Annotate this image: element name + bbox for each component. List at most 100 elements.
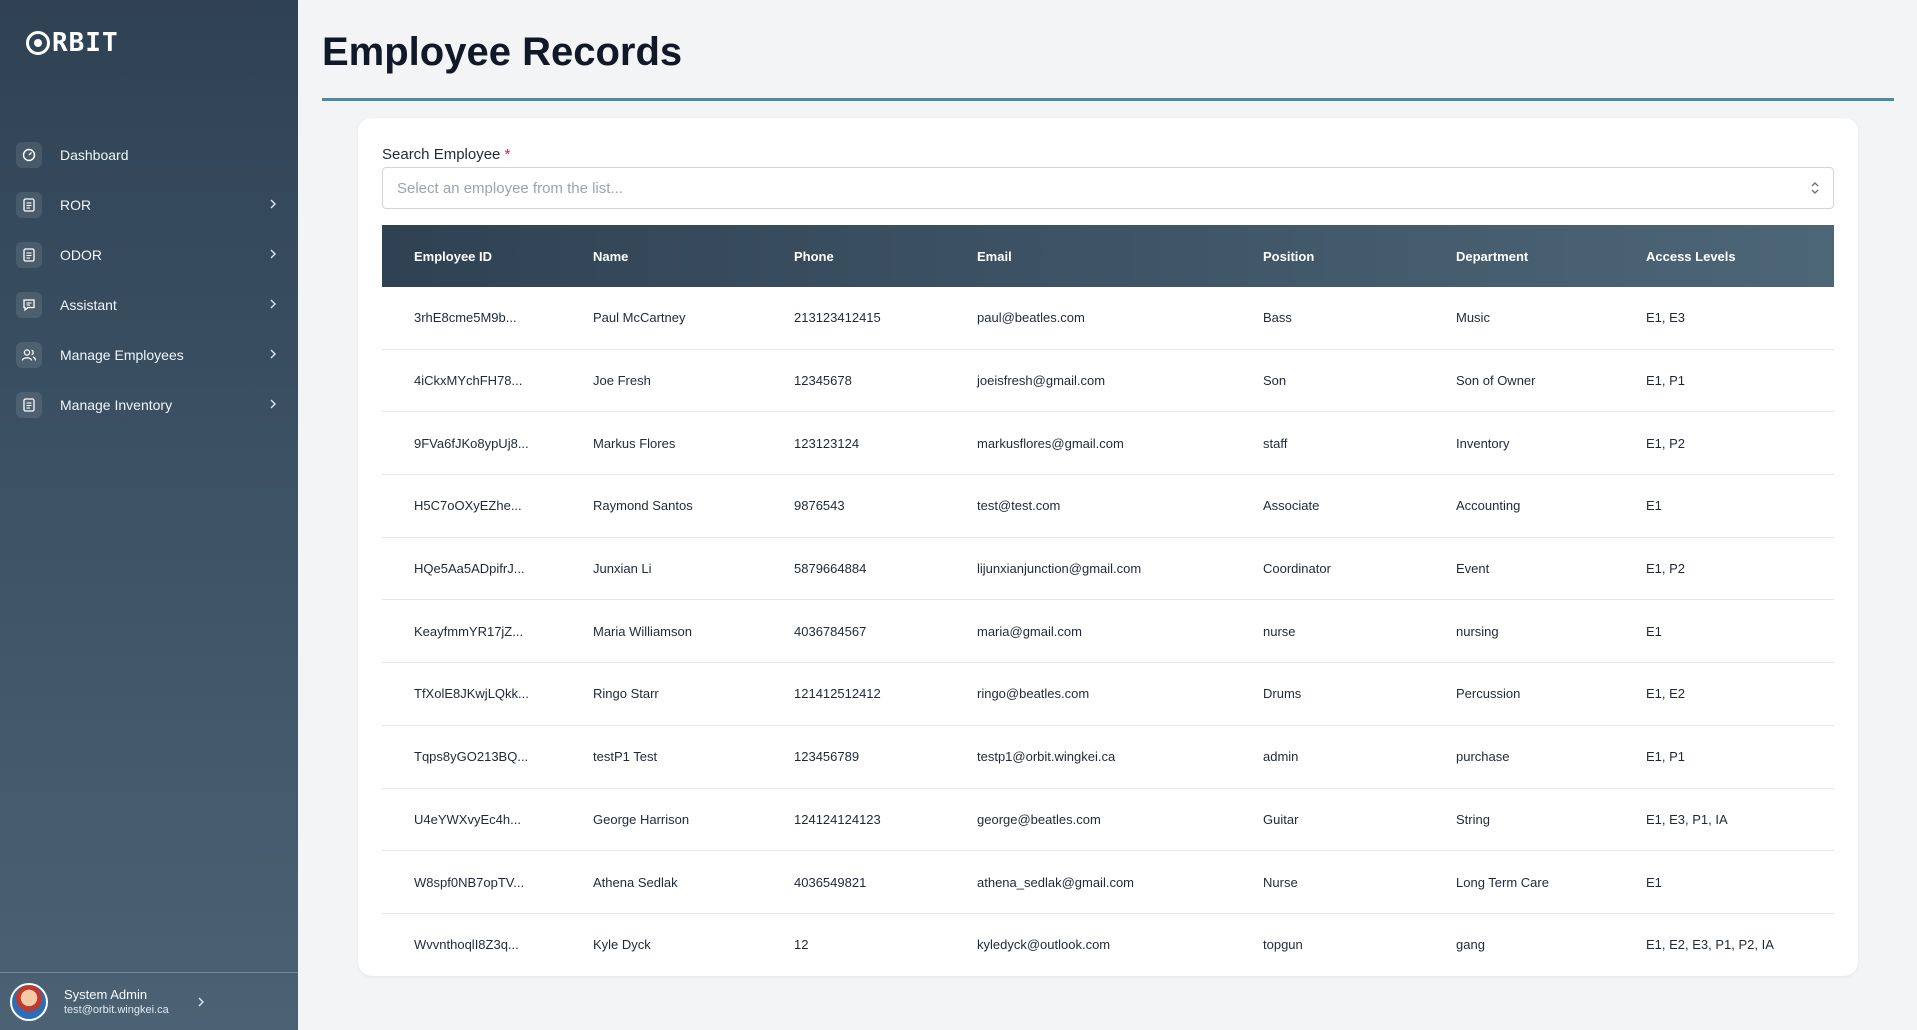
cell-position: Bass (1263, 310, 1292, 326)
cell-phone: 9876543 (794, 498, 845, 514)
cell-position: Nurse (1263, 874, 1298, 890)
column-header[interactable]: Department (1456, 249, 1646, 264)
cell-department: Music (1456, 310, 1490, 326)
orbit-logo[interactable]: RBIT (26, 28, 119, 58)
cell-phone: 123123124 (794, 435, 860, 451)
cell-name: Ringo Starr (593, 686, 659, 702)
column-header[interactable]: Name (593, 249, 794, 264)
column-header[interactable]: Phone (794, 249, 977, 264)
cell-employee-id: TfXolE8JKwjLQkk... (414, 686, 529, 702)
cell-name: testP1 Test (593, 749, 658, 765)
sidebar-nav: Dashboard ROR ODOR Assistant Manage Empl… (0, 130, 298, 430)
sidebar-item-manage-employees[interactable]: Manage Employees (0, 330, 298, 380)
cell-department: String (1456, 811, 1490, 827)
document-icon (16, 392, 42, 418)
cell-position: admin (1263, 749, 1299, 765)
cell-position: Guitar (1263, 811, 1299, 827)
dashboard-icon (16, 142, 42, 168)
cell-employee-id: W8spf0NB7opTV... (414, 874, 525, 890)
table-row[interactable]: U4eYWXvyEc4h... George Harrison 1241241241… (382, 789, 1834, 852)
cell-name: Maria Williamson (593, 623, 692, 639)
cell-department: gang (1456, 937, 1485, 953)
cell-department: Percussion (1456, 686, 1521, 702)
sidebar-item-label: Manage Employees (60, 347, 184, 363)
cell-access-levels: E1 (1646, 623, 1662, 639)
cell-department: Accounting (1456, 498, 1521, 514)
cell-email: testp1@orbit.wingkei.ca (977, 749, 1116, 765)
sidebar-item-assistant[interactable]: Assistant (0, 280, 298, 330)
cell-access-levels: E1, E3 (1646, 310, 1686, 326)
cell-position: Son (1263, 373, 1287, 389)
table-row[interactable]: HQe5Aa5ADpifrJ... Junxian Li 5879664884 lij… (382, 538, 1834, 601)
title-divider (322, 98, 1894, 101)
employee-table: Employee ID Name Phone Email Position De… (382, 225, 1834, 976)
sidebar-item-ror[interactable]: ROR (0, 180, 298, 230)
cell-phone: 213123412415 (794, 310, 881, 326)
cell-department: purchase (1456, 749, 1510, 765)
cell-employee-id: HQe5Aa5ADpifrJ... (414, 561, 525, 577)
document-icon (16, 242, 42, 268)
cell-name: Raymond Santos (593, 498, 693, 514)
main-content: Employee Records Search Employee * Selec… (298, 0, 1917, 1030)
column-header[interactable]: Email (977, 249, 1263, 264)
cell-phone: 4036549821 (794, 874, 867, 890)
sidebar-item-manage-inventory[interactable]: Manage Inventory (0, 380, 298, 430)
cell-name: Athena Sedlak (593, 874, 678, 890)
cell-name: Joe Fresh (593, 373, 651, 389)
cell-access-levels: E1, E2, E3, P1, P2, IA (1646, 937, 1774, 953)
chevron-right-icon (268, 397, 278, 415)
table-header: Employee ID Name Phone Email Position De… (382, 225, 1834, 287)
sidebar-item-label: Manage Inventory (60, 397, 173, 413)
cell-department: nursing (1456, 623, 1499, 639)
cell-email: joeisfresh@gmail.com (977, 373, 1106, 389)
logo-text: RBIT (52, 28, 119, 58)
user-profile-menu[interactable]: System Admin test@orbit.wingkei.ca (0, 972, 298, 1030)
cell-employee-id: WvvnthoqlI8Z3q... (414, 937, 519, 953)
employee-select[interactable]: Select an employee from the list... (382, 167, 1834, 209)
table-row[interactable]: 4iCkxMYchFH78... Joe Fresh 12345678 joeisfr… (382, 350, 1834, 413)
cell-name: Paul McCartney (593, 310, 686, 326)
column-header[interactable]: Employee ID (382, 249, 593, 264)
table-row[interactable]: 3rhE8cme5M9b... Paul McCartney 21312341241… (382, 287, 1834, 350)
cell-access-levels: E1, E3, P1, IA (1646, 811, 1728, 827)
cell-employee-id: U4eYWXvyEc4h... (414, 811, 521, 827)
search-employee-label: Search Employee * (382, 146, 510, 163)
cell-employee-id: KeayfmmYR17jZ... (414, 623, 524, 639)
cell-email: kyledyck@outlook.com (977, 937, 1111, 953)
cell-employee-id: Tqps8yGO213BQ... (414, 749, 529, 765)
table-row[interactable]: 9FVa6fJKo8ypUj8... Markus Flores 123123124… (382, 412, 1834, 476)
cell-email: lijunxianjunction@gmail.com (977, 561, 1142, 577)
table-row[interactable]: H5C7oOXyEZhe... Raymond Santos 9876543 test… (382, 475, 1834, 538)
sidebar: RBIT Dashboard ROR ODOR Assistant Manage… (0, 0, 298, 1030)
cell-phone: 4036784567 (794, 623, 867, 639)
table-row[interactable]: Tqps8yGO213BQ... testP1 Test 123456789 test… (382, 726, 1834, 789)
sidebar-item-label: Assistant (60, 297, 117, 313)
column-header[interactable]: Access Levels (1646, 249, 1858, 264)
table-body: 3rhE8cme5M9b... Paul McCartney 21312341241… (382, 287, 1834, 976)
table-row[interactable]: KeayfmmYR17jZ... Maria Williamson 40367845… (382, 600, 1834, 664)
cell-name: George Harrison (593, 811, 690, 827)
cell-position: topgun (1263, 937, 1303, 953)
employee-records-card: Search Employee * Select an employee fro… (358, 118, 1858, 976)
cell-position: Drums (1263, 686, 1302, 702)
cell-employee-id: 4iCkxMYchFH78... (414, 373, 523, 389)
sidebar-item-dashboard[interactable]: Dashboard (0, 130, 298, 180)
cell-email: markusflores@gmail.com (977, 435, 1124, 451)
user-name: System Admin (64, 987, 148, 1002)
chevron-right-icon (268, 297, 278, 315)
table-row[interactable]: WvvnthoqlI8Z3q... Kyle Dyck 12 kyledyck@out… (382, 914, 1834, 976)
cell-access-levels: E1 (1646, 498, 1662, 514)
sidebar-item-odor[interactable]: ODOR (0, 230, 298, 280)
cell-phone: 123456789 (794, 749, 860, 765)
cell-access-levels: E1 (1646, 874, 1662, 890)
search-label-text: Search Employee (382, 146, 501, 163)
cell-employee-id: 3rhE8cme5M9b... (414, 310, 517, 326)
cell-department: Event (1456, 561, 1490, 577)
chevron-right-icon (268, 197, 278, 215)
sidebar-item-label: Dashboard (60, 147, 129, 163)
table-row[interactable]: TfXolE8JKwjLQkk... Ringo Starr 12141251241… (382, 663, 1834, 726)
cell-employee-id: 9FVa6fJKo8ypUj8... (414, 435, 529, 451)
cell-name: Kyle Dyck (593, 937, 651, 953)
table-row[interactable]: W8spf0NB7opTV... Athena Sedlak 4036549821 a… (382, 851, 1834, 914)
column-header[interactable]: Position (1263, 249, 1456, 264)
